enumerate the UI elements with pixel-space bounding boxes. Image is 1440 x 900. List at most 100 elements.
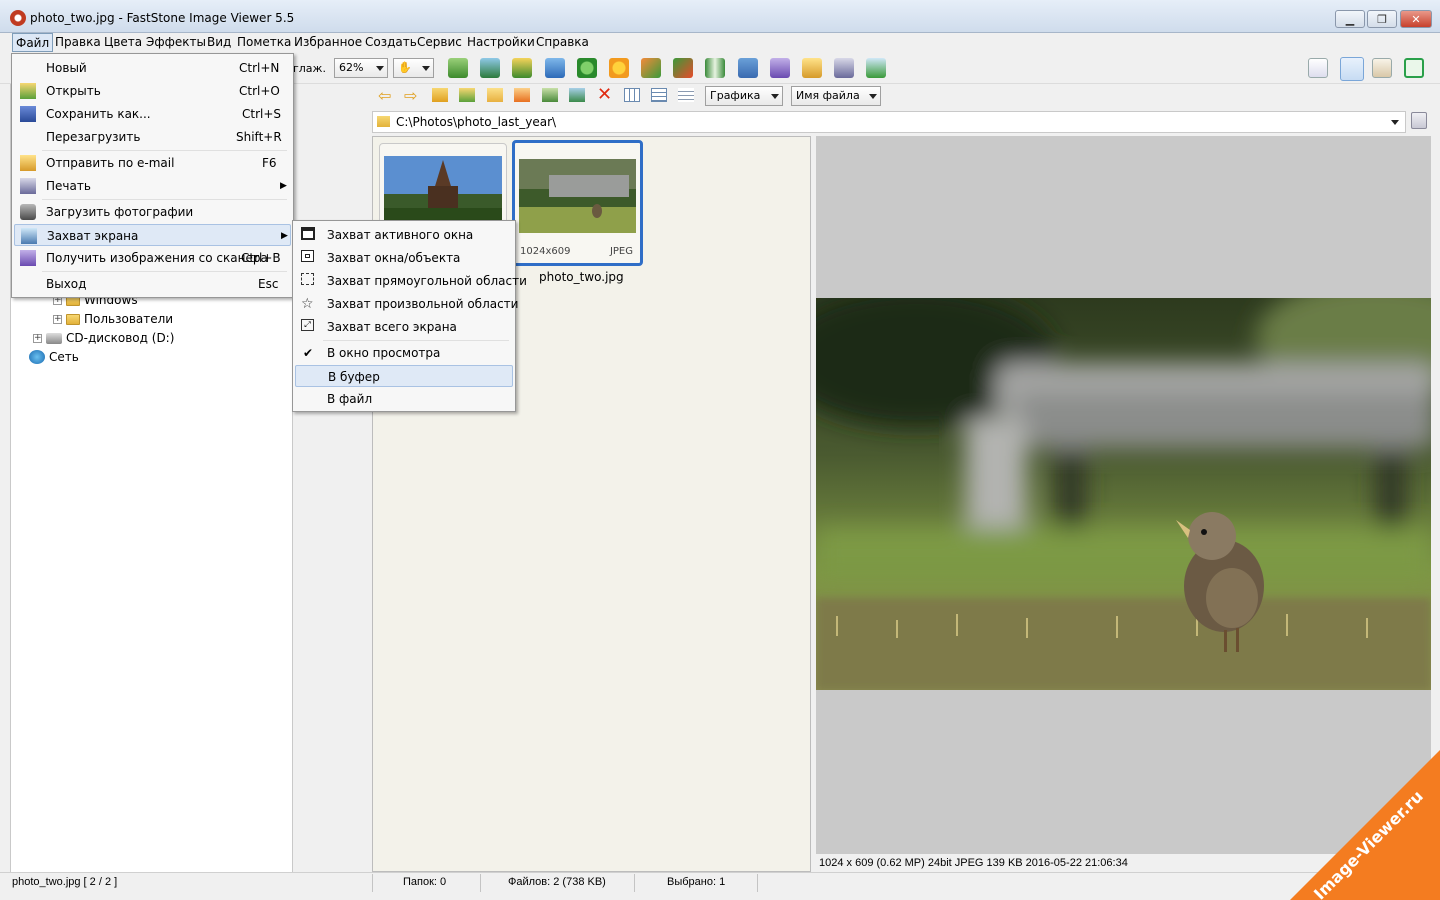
rotate-right-icon[interactable] [673, 58, 693, 78]
person-icon[interactable] [577, 58, 597, 78]
forward-icon[interactable]: ⇨ [404, 86, 417, 105]
menu-item-new[interactable]: Новый Ctrl+N [14, 57, 291, 79]
file-filter-select[interactable]: Графика [705, 86, 783, 106]
menu-view[interactable]: Вид [205, 33, 233, 52]
crop-icon[interactable] [512, 58, 532, 78]
copy-to-icon[interactable] [542, 88, 558, 102]
menu-label: Захват активного окна [327, 228, 474, 242]
maximize-button[interactable]: ❐ [1367, 10, 1397, 28]
menu-bar: Файл Правка Цвета Эффекты Вид Пометка Из… [0, 33, 1440, 53]
submenu-item-rect-region[interactable]: Захват прямоугольной области [295, 270, 527, 292]
menu-settings[interactable]: Настройки [465, 33, 537, 52]
checklist-icon[interactable] [866, 58, 886, 78]
expand-icon[interactable]: + [33, 333, 42, 343]
print-toolbar-icon[interactable] [834, 58, 854, 78]
brightness-icon[interactable] [609, 58, 629, 78]
hand-icon: ✋ [398, 61, 412, 74]
submenu-item-active-window[interactable]: Захват активного окна [295, 224, 513, 246]
browser-toolbar: ⇦ ⇨ ✕ Графика Имя файла [372, 84, 1440, 110]
import-icon[interactable] [480, 58, 500, 78]
menu-help[interactable]: Справка [534, 33, 591, 52]
scanner-toolbar-icon[interactable] [770, 58, 790, 78]
folder-icon [66, 313, 80, 325]
menu-item-reload[interactable]: Перезагрузить Shift+R [14, 126, 291, 148]
tree-item-cd-drive[interactable]: + CD-дисковод (D:) [33, 331, 174, 345]
cd-drive-icon [46, 332, 62, 344]
print-icon [20, 178, 36, 194]
layout-grid-icon[interactable] [1308, 58, 1328, 78]
path-bar[interactable]: C:\Photos\photo_last_year\ [372, 111, 1406, 133]
sort-select[interactable]: Имя файла [791, 86, 881, 106]
zoom-select[interactable]: 62% [334, 58, 388, 78]
menu-edit[interactable]: Правка [53, 33, 103, 52]
menu-colors[interactable]: Цвета [102, 33, 144, 52]
hand-tool-select[interactable]: ✋ [393, 58, 434, 78]
menu-tag[interactable]: Пометка [235, 33, 293, 52]
expand-icon[interactable]: + [53, 314, 62, 324]
status-file: photo_two.jpg [ 2 / 2 ] [12, 876, 118, 888]
email-toolbar-icon[interactable] [802, 58, 822, 78]
status-folders: Папок: 0 [403, 876, 447, 888]
menu-effects[interactable]: Эффекты [144, 33, 208, 52]
slideshow-icon[interactable] [448, 58, 468, 78]
menu-shortcut: F6 [262, 156, 277, 170]
submenu-item-window-object[interactable]: Захват окна/объекта [295, 247, 513, 269]
menu-item-download-photos[interactable]: Загрузить фотографии [14, 201, 291, 223]
refresh-folder-icon[interactable] [459, 88, 475, 102]
menu-label: Отправить по e-mail [46, 156, 175, 170]
menu-item-email[interactable]: Отправить по e-mail F6 [14, 152, 291, 174]
flip-icon[interactable] [705, 58, 725, 78]
back-icon[interactable]: ⇦ [378, 86, 391, 105]
zoom-value: 62% [339, 61, 364, 74]
list-view-icon[interactable] [651, 88, 667, 102]
compare-icon[interactable] [545, 58, 565, 78]
maximize-icon: ❐ [1377, 12, 1387, 26]
close-button[interactable]: ✕ [1400, 10, 1432, 28]
save-icon [20, 106, 36, 122]
submenu-item-to-clipboard[interactable]: В буфер [295, 365, 513, 387]
menu-item-open[interactable]: Открыть Ctrl+O [14, 80, 291, 102]
menu-item-print[interactable]: Печать ▶ [14, 175, 291, 197]
submenu-item-to-file[interactable]: В файл [295, 388, 513, 410]
details-view-icon[interactable] [678, 88, 694, 102]
minimize-button[interactable]: ▁ [1335, 10, 1365, 28]
thumbnail-view-icon[interactable] [624, 88, 640, 102]
fullscreen-icon[interactable] [1404, 58, 1424, 78]
submenu-item-full-screen[interactable]: ⤢ Захват всего экрана [295, 316, 513, 338]
submenu-arrow-icon: ▶ [281, 231, 288, 241]
folder-up-icon[interactable] [432, 88, 448, 102]
menu-item-exit[interactable]: Выход Esc [14, 273, 291, 295]
layout-single-icon[interactable] [1372, 58, 1392, 78]
submenu-item-to-viewer[interactable]: ✔ В окно просмотра [295, 342, 513, 364]
recycle-bin-icon[interactable] [1411, 112, 1427, 129]
tree-item-network[interactable]: Сеть [29, 350, 79, 364]
menu-label: Захват окна/объекта [327, 251, 461, 265]
menu-shortcut: Esc [258, 277, 279, 291]
path-dropdown-icon[interactable] [1391, 120, 1399, 125]
resize-icon[interactable] [738, 58, 758, 78]
layout-preview-icon[interactable] [1340, 57, 1364, 81]
menu-item-screen-capture[interactable]: Захват экрана ▶ [14, 224, 291, 246]
thumbnail-dimensions: 1024x609 [520, 246, 571, 257]
menu-item-save-as[interactable]: Сохранить как... Ctrl+S [14, 103, 291, 125]
menu-shortcut: Ctrl+B [241, 251, 281, 265]
thumbnail-selected[interactable]: 1024x609 JPEG [512, 140, 643, 266]
tree-item-users[interactable]: + Пользователи [53, 312, 173, 326]
menu-label: Получить изображения со сканера [46, 251, 268, 265]
menu-create[interactable]: Создать [363, 33, 419, 52]
submenu-item-freehand-region[interactable]: ☆ Захват произвольной области [295, 293, 518, 315]
smooth-label: глаж. [293, 62, 326, 75]
move-to-icon[interactable] [569, 88, 585, 102]
menu-label: Захват экрана [47, 229, 139, 243]
menu-file[interactable]: Файл [12, 33, 54, 52]
new-folder-icon[interactable] [487, 88, 503, 102]
menu-shortcut: Ctrl+S [242, 107, 282, 121]
menu-favorites[interactable]: Избранное [292, 33, 364, 52]
window-object-icon [301, 250, 314, 262]
menu-tools[interactable]: Сервис [415, 33, 464, 52]
rotate-left-icon[interactable] [641, 58, 661, 78]
favorite-folder-icon[interactable] [514, 88, 530, 102]
status-files: Файлов: 2 (738 KB) [508, 876, 606, 888]
menu-item-scanner[interactable]: Получить изображения со сканера Ctrl+B [14, 247, 291, 269]
delete-icon[interactable]: ✕ [597, 84, 612, 105]
